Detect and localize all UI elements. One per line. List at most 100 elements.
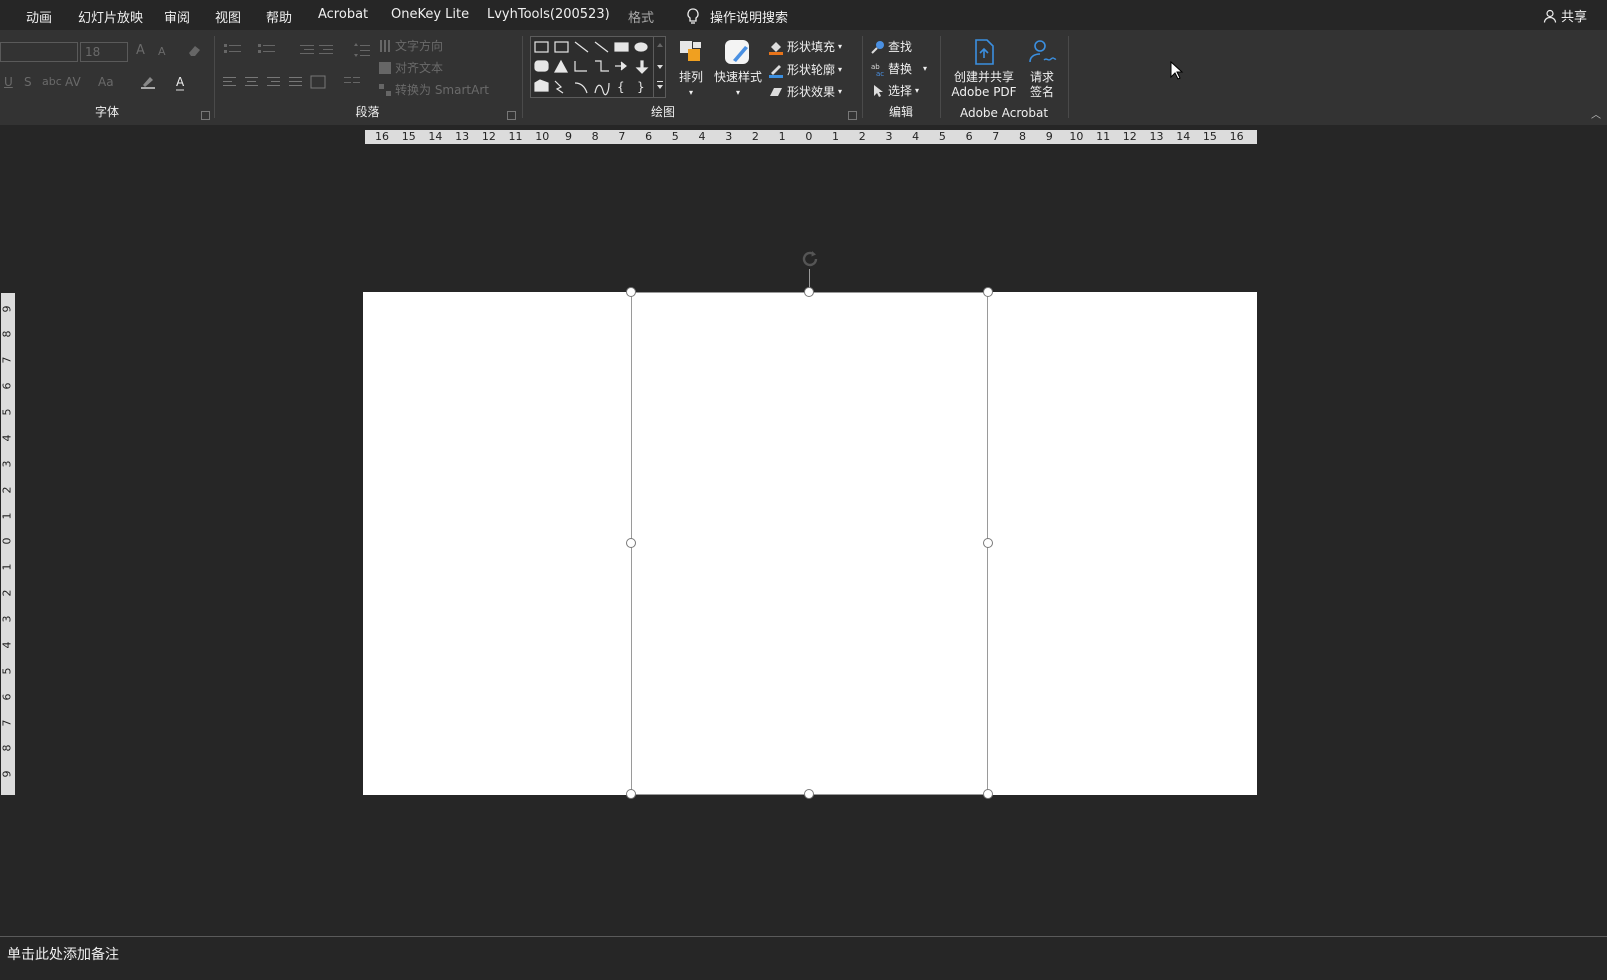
select-label: 选择: [888, 84, 913, 98]
resize-handle-bottom-left[interactable]: [626, 789, 636, 799]
strikethrough-button[interactable]: S: [24, 75, 32, 89]
ruler-tick-label: 11: [508, 130, 523, 143]
replace-button[interactable]: ab ac 替换 ▾: [871, 60, 927, 77]
tell-me-search[interactable]: 操作说明搜索: [686, 7, 788, 26]
numbering-icon[interactable]: [257, 42, 277, 58]
share-label: 共享: [1560, 10, 1587, 25]
resize-handle-right[interactable]: [983, 538, 993, 548]
convert-smartart-button[interactable]: 转换为 SmartArt: [378, 81, 489, 98]
align-text-label: 对齐文本: [395, 61, 444, 75]
tab-help[interactable]: 帮助: [266, 7, 292, 26]
editing-group-label: 编辑: [888, 105, 913, 119]
quick-styles-button[interactable]: 快速样式 ▾: [712, 38, 764, 100]
tab-onekey-lite[interactable]: OneKey Lite: [391, 7, 469, 22]
tab-acrobat[interactable]: Acrobat: [318, 7, 368, 22]
ruler-tick-label: 2: [1, 589, 14, 597]
change-case-button[interactable]: Aa: [98, 75, 114, 89]
resize-handle-top-right[interactable]: [983, 287, 993, 297]
char-spacing-button[interactable]: AV: [65, 75, 81, 89]
ruler-tick-label: 7: [992, 130, 1000, 143]
columns-icon[interactable]: [343, 75, 361, 89]
request-signature-button[interactable]: 请求 签名: [1023, 38, 1061, 100]
align-text-button[interactable]: 对齐文本: [378, 59, 443, 76]
create-share-pdf-button[interactable]: 创建并共享 Adobe PDF: [949, 38, 1019, 100]
replace-label: 替换: [888, 62, 913, 76]
ruler-tick-label: 1: [1, 512, 14, 520]
share-button[interactable]: 共享: [1543, 6, 1587, 25]
decrease-indent-icon[interactable]: [299, 42, 335, 58]
dropdown-arrow-icon: ▾: [735, 88, 740, 97]
ruler-tick-label: 6: [645, 130, 653, 143]
font-group: 18 A A U S abc AV Aa A 字体: [0, 30, 214, 125]
shape-effects-button[interactable]: 形状效果 ▾: [768, 83, 842, 100]
font-size-dropdown[interactable]: 18: [80, 42, 128, 62]
font-color-button[interactable]: A: [176, 75, 185, 91]
ruler-tick-label: 3: [885, 130, 893, 143]
quick-styles-icon: [725, 40, 749, 64]
select-button[interactable]: 选择 ▾: [871, 82, 919, 99]
tab-lvyhtools[interactable]: LvyhTools(200523): [487, 7, 610, 22]
shape-fill-button[interactable]: 形状填充 ▾: [768, 38, 842, 55]
tab-animations[interactable]: 动画: [26, 7, 52, 26]
font-group-label: 字体: [94, 105, 119, 119]
resize-handle-top[interactable]: [804, 287, 814, 297]
tab-format[interactable]: 格式: [628, 7, 654, 26]
pdf-share-icon: [975, 39, 994, 65]
ruler-tick-label: 7: [618, 130, 626, 143]
notes-divider[interactable]: [0, 936, 1607, 937]
ruler-tick-label: 3: [1, 615, 14, 623]
pen-outline-icon: [769, 64, 783, 78]
ruler-tick-label: 10: [1069, 130, 1084, 143]
underline-button[interactable]: U: [4, 75, 13, 89]
aa-label: Aa: [98, 75, 114, 89]
resize-handle-bottom-right[interactable]: [983, 789, 993, 799]
tab-review[interactable]: 审阅: [164, 7, 190, 26]
cursor-select-icon: [874, 84, 883, 97]
ruler-tick-label: 7: [1, 356, 14, 364]
arrange-button[interactable]: 排列 ▾: [676, 38, 706, 100]
smartart-icon: [379, 83, 391, 96]
shrink-font-button[interactable]: A: [158, 45, 166, 58]
collapse-ribbon-icon[interactable]: ︿: [1591, 106, 1601, 121]
ruler-tick-label: 1: [778, 130, 786, 143]
eraser-icon: [189, 46, 200, 56]
highlight-button[interactable]: [140, 74, 156, 90]
find-button[interactable]: 查找: [871, 38, 912, 55]
shadow-button[interactable]: abc: [42, 75, 62, 88]
notes-placeholder[interactable]: 单击此处添加备注: [7, 944, 119, 964]
selected-rectangle-shape[interactable]: [631, 292, 988, 795]
ruler-tick-label: 11: [1096, 130, 1111, 143]
line-spacing-icon[interactable]: [353, 42, 371, 58]
grow-font-button[interactable]: A: [136, 43, 145, 58]
shapes-scroll[interactable]: [653, 37, 665, 97]
paragraph-group: 文字方向 对齐文本 转换为 SmartArt 段落: [215, 30, 520, 125]
resize-handle-top-left[interactable]: [626, 287, 636, 297]
horizontal-ruler[interactable]: 16 15 14 13 12 11 10 9 8 7 6 5 4 3 2 1 0 1 2 3 4 5 6 7 8 9 10 11 12 1…: [365, 130, 1257, 144]
paragraph-dialog-launcher[interactable]: [507, 111, 516, 120]
shrink-font-label: A: [158, 45, 166, 58]
ruler-tick-label: 8: [1, 744, 14, 752]
resize-handle-bottom[interactable]: [804, 789, 814, 799]
clear-format-button[interactable]: [187, 43, 202, 57]
shape-outline-button[interactable]: 形状轮廓 ▾: [768, 61, 842, 78]
ruler-tick-label: 5: [1, 408, 14, 416]
text-direction-icon: [380, 39, 390, 52]
drawing-dialog-launcher[interactable]: [848, 111, 857, 120]
tab-view[interactable]: 视图: [215, 7, 241, 26]
request-sign-line2: 签名: [1029, 85, 1054, 99]
tab-slideshow[interactable]: 幻灯片放映: [78, 7, 143, 26]
vertical-ruler[interactable]: 9 8 7 6 5 4 3 2 1 0 1 2 3 4 5 6 7 8 9: [1, 293, 15, 795]
font-dialog-launcher[interactable]: [201, 111, 210, 120]
shapes-gallery[interactable]: { }: [530, 36, 666, 98]
resize-handle-left[interactable]: [626, 538, 636, 548]
acrobat-group: 创建并共享 Adobe PDF 请求 签名 Adobe Acrobat: [941, 30, 1067, 125]
paragraph-group-label: 段落: [355, 105, 380, 119]
text-direction-button[interactable]: 文字方向: [378, 37, 443, 54]
signature-icon: [1029, 40, 1057, 63]
align-buttons-icon[interactable]: [223, 75, 329, 89]
slide-canvas[interactable]: [363, 251, 1257, 799]
shape-effects-label: 形状效果: [787, 85, 836, 99]
bullets-icon[interactable]: [223, 42, 243, 58]
font-name-dropdown[interactable]: [0, 42, 78, 62]
rotate-handle-icon[interactable]: [799, 248, 821, 270]
